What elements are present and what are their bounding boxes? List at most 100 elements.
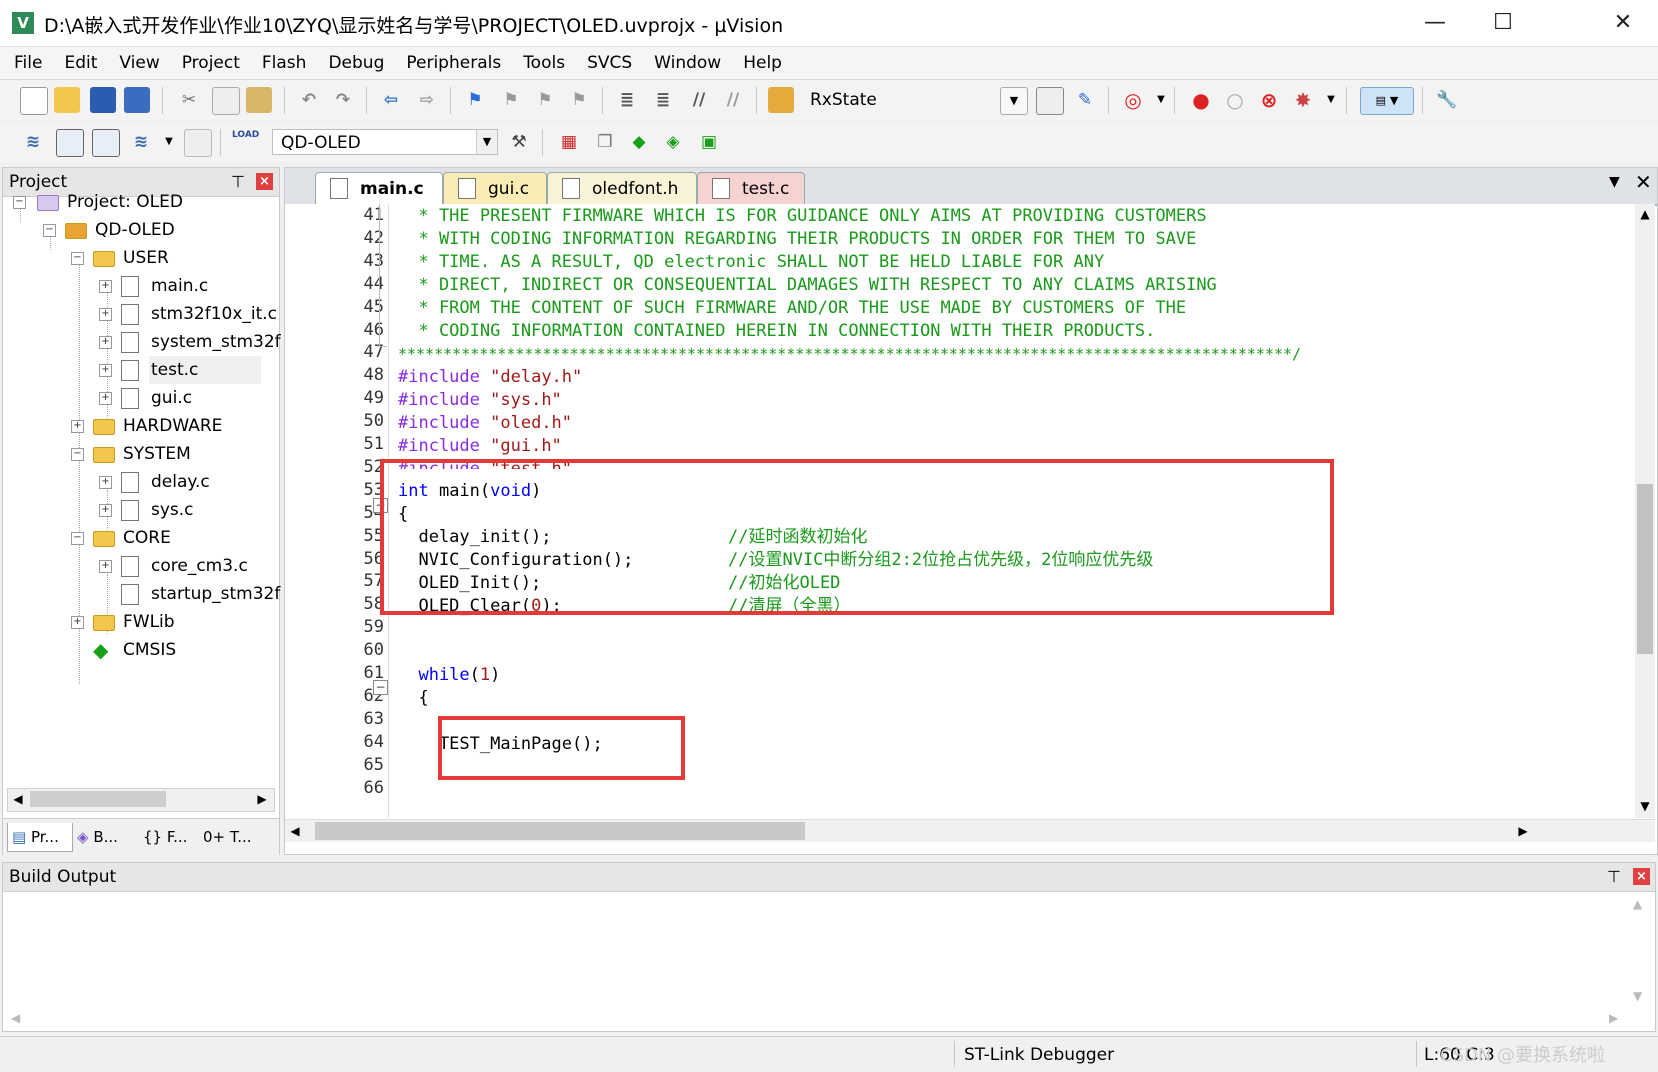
expand-icon[interactable]: + xyxy=(99,336,112,349)
debug-dropdown-icon[interactable]: ▼ xyxy=(1148,87,1174,113)
find-in-files-icon[interactable] xyxy=(768,87,794,113)
menu-peripherals[interactable]: Peripherals xyxy=(395,47,512,79)
editor-hscrollbar[interactable]: ◀ ▶ xyxy=(285,819,1655,842)
prev-bookmark-icon[interactable]: ⚑ xyxy=(498,87,524,113)
pin-icon[interactable]: ⊤ xyxy=(1607,867,1621,886)
menu-flash[interactable]: Flash xyxy=(251,47,318,79)
multi-project-icon[interactable]: ❒ xyxy=(592,129,618,155)
new-file-icon[interactable] xyxy=(20,87,48,115)
menu-debug[interactable]: Debug xyxy=(317,47,395,79)
editor-vscrollbar[interactable]: ▲ ▼ xyxy=(1635,204,1655,818)
expand-icon[interactable]: + xyxy=(99,308,112,321)
scroll-left-icon[interactable]: ◀ xyxy=(8,789,28,809)
minimize-button[interactable]: — xyxy=(1400,0,1470,46)
scroll-thumb[interactable] xyxy=(315,822,805,840)
collapse-icon[interactable]: − xyxy=(71,448,84,461)
expand-icon[interactable]: + xyxy=(99,504,112,517)
comment-icon[interactable]: // xyxy=(686,87,712,113)
collapse-icon[interactable]: − xyxy=(71,252,84,265)
stop-build-icon[interactable] xyxy=(184,129,212,157)
download-icon[interactable]: LOAD xyxy=(232,129,259,155)
menu-edit[interactable]: Edit xyxy=(53,47,108,79)
expand-icon[interactable]: + xyxy=(71,616,84,629)
menu-tools[interactable]: Tools xyxy=(512,47,576,79)
breakpoint-icon[interactable]: ● xyxy=(1188,87,1214,113)
menu-view[interactable]: View xyxy=(108,47,170,79)
collapse-icon[interactable]: − xyxy=(13,196,26,209)
pack-installer-icon[interactable]: ◆ xyxy=(626,129,652,155)
project-hscrollbar[interactable]: ◀ ▶ xyxy=(7,788,275,812)
collapse-icon[interactable]: − xyxy=(43,224,56,237)
indent-icon[interactable]: ≣ xyxy=(614,87,640,113)
scroll-up-icon[interactable]: ▲ xyxy=(1633,897,1642,911)
undo-icon[interactable]: ↶ xyxy=(296,87,322,113)
run-time-env-icon[interactable]: ▣ xyxy=(696,129,722,155)
translate-icon[interactable]: ≋ xyxy=(20,129,46,155)
expand-icon[interactable]: + xyxy=(99,560,112,573)
rebuild-icon[interactable] xyxy=(92,129,120,157)
scroll-thumb[interactable] xyxy=(1637,484,1653,654)
wrench-icon[interactable]: 🔧 xyxy=(1434,87,1460,113)
incremental-find-icon[interactable]: ✎ xyxy=(1072,87,1098,113)
scroll-right-icon[interactable]: ▶ xyxy=(1513,821,1533,841)
clear-bookmarks-icon[interactable]: ⚑ xyxy=(566,87,592,113)
menu-svcs[interactable]: SVCS xyxy=(576,47,643,79)
scroll-down-icon[interactable]: ▼ xyxy=(1633,989,1642,1003)
unindent-icon[interactable]: ≣ xyxy=(650,87,676,113)
search-combo[interactable]: RxState xyxy=(802,87,1024,113)
expand-icon[interactable]: + xyxy=(71,420,84,433)
nav-back-icon[interactable]: ⇦ xyxy=(378,87,404,113)
find-icon[interactable] xyxy=(1036,87,1064,115)
save-icon[interactable] xyxy=(90,87,116,113)
select-packs-icon[interactable]: ◈ xyxy=(660,129,686,155)
tab-oledfont-h[interactable]: oledfont.h xyxy=(547,172,697,204)
tab-test-c[interactable]: test.c xyxy=(697,172,805,204)
target-select[interactable]: QD-OLED ▼ xyxy=(272,129,498,155)
search-combo-arrow[interactable]: ▼ xyxy=(1000,87,1028,115)
window-layout-icon[interactable]: ▤ ▼ xyxy=(1360,87,1414,115)
expand-icon[interactable]: + xyxy=(99,280,112,293)
redo-icon[interactable]: ↷ xyxy=(330,87,356,113)
expand-icon[interactable]: + xyxy=(99,364,112,377)
menu-file[interactable]: File xyxy=(3,47,53,79)
batch-build-icon[interactable]: ≋ xyxy=(128,129,154,155)
cut-icon[interactable]: ✂ xyxy=(176,87,202,113)
open-file-icon[interactable] xyxy=(54,87,80,113)
build-output-close-icon[interactable]: × xyxy=(1633,868,1650,885)
close-button[interactable]: ✕ xyxy=(1588,0,1658,46)
scroll-left-icon[interactable]: ◀ xyxy=(285,821,305,841)
fold-while-icon[interactable]: − xyxy=(373,680,388,695)
build-output-text[interactable] xyxy=(9,895,1629,1009)
manage-project-icon[interactable]: ▦ xyxy=(556,129,582,155)
scroll-thumb[interactable] xyxy=(30,791,166,807)
next-bookmark-icon[interactable]: ⚑ xyxy=(532,87,558,113)
copy-icon[interactable] xyxy=(212,87,240,115)
scroll-right-icon[interactable]: ▶ xyxy=(1609,1011,1618,1025)
scroll-right-icon[interactable]: ▶ xyxy=(252,789,272,809)
menu-help[interactable]: Help xyxy=(732,47,793,79)
kill-breakpoints-icon[interactable]: ⊗ xyxy=(1256,87,1282,113)
tab-templates[interactable]: 0+ T... xyxy=(199,823,263,851)
configure-icon[interactable]: ✸ xyxy=(1290,87,1316,113)
scroll-up-icon[interactable]: ▲ xyxy=(1635,204,1655,224)
uncomment-icon[interactable]: // xyxy=(720,87,746,113)
expand-icon[interactable]: + xyxy=(99,392,112,405)
tab-functions[interactable]: {} F... xyxy=(139,823,203,851)
expand-icon[interactable]: + xyxy=(99,476,112,489)
build-icon[interactable] xyxy=(56,129,84,157)
disable-breakpoint-icon[interactable]: ○ xyxy=(1222,87,1248,113)
scroll-down-icon[interactable]: ▼ xyxy=(1635,796,1655,816)
paste-icon[interactable] xyxy=(246,87,272,113)
tab-project[interactable]: ▤ Pr... xyxy=(7,823,73,852)
debug-session-icon[interactable]: ◎ xyxy=(1120,87,1146,113)
close-tab-icon[interactable]: ✕ xyxy=(1635,170,1652,194)
menu-project[interactable]: Project xyxy=(171,47,251,79)
project-pane-close-icon[interactable]: × xyxy=(256,173,273,190)
tab-gui-c[interactable]: gui.c xyxy=(443,172,547,204)
nav-forward-icon[interactable]: ⇨ xyxy=(414,87,440,113)
collapse-icon[interactable]: − xyxy=(71,532,84,545)
scroll-left-icon[interactable]: ◀ xyxy=(11,1011,20,1025)
maximize-button[interactable]: ☐ xyxy=(1468,0,1538,46)
tab-main-c[interactable]: main.c xyxy=(315,172,443,204)
pin-icon[interactable]: ⊤ xyxy=(231,172,245,191)
